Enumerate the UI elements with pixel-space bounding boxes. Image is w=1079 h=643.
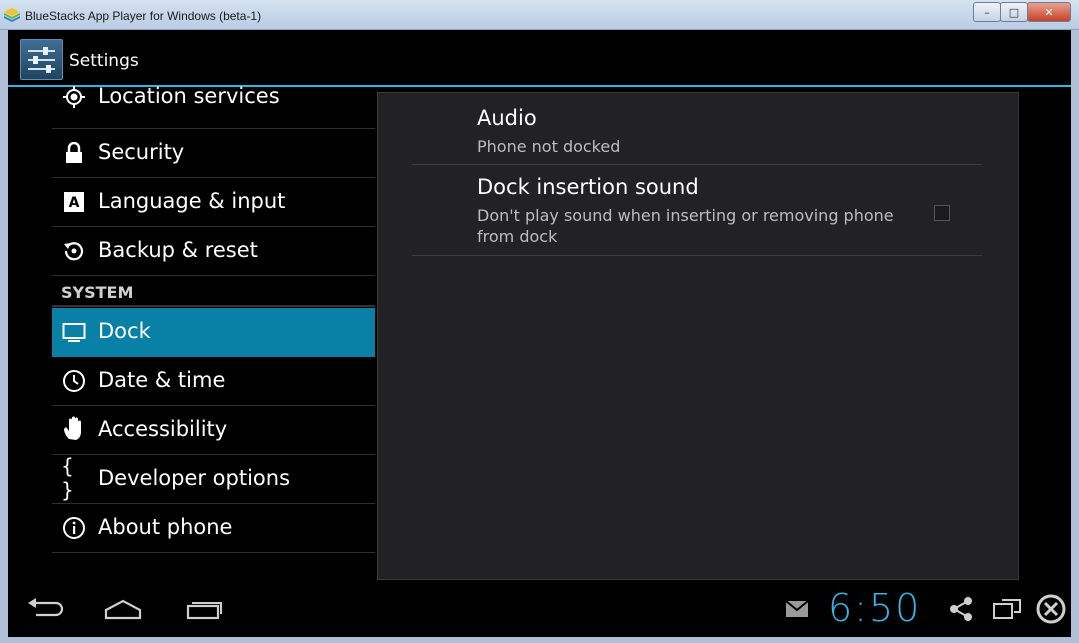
settings-list: Location services Security A Language & … (52, 84, 375, 554)
sidebar-item-label: Developer options (98, 466, 291, 490)
sidebar-item-language-input[interactable]: A Language & input (52, 178, 375, 227)
window-frame-left (0, 30, 8, 643)
close-circle-icon[interactable] (1035, 593, 1067, 625)
svg-text:A: A (69, 195, 80, 211)
section-header-system: SYSTEM (61, 283, 134, 302)
backup-icon (61, 238, 87, 264)
pref-title: Audio (477, 106, 537, 130)
status-clock: 6:50 (828, 586, 922, 630)
sidebar-item-date-time[interactable]: Date & time (52, 357, 375, 406)
back-icon[interactable] (26, 598, 64, 620)
minimize-button[interactable]: – (973, 2, 1001, 22)
screen-rotate-icon[interactable] (992, 596, 1022, 622)
share-icon[interactable] (948, 596, 974, 622)
sidebar-item-label: Date & time (98, 368, 226, 392)
info-icon (61, 515, 87, 541)
sidebar-item-dock[interactable]: Dock (52, 308, 375, 357)
bluestacks-logo-icon (4, 8, 20, 22)
pref-dock-insertion-sound[interactable]: Dock insertion sound Don't play sound wh… (412, 165, 982, 256)
pref-summary: Phone not docked (477, 137, 621, 156)
sidebar-item-label: Location services (98, 84, 280, 108)
pref-summary: Don't play sound when inserting or remov… (477, 206, 894, 246)
window-title: BlueStacks App Player for Windows (beta-… (25, 9, 262, 23)
monitor-icon (61, 320, 87, 346)
sidebar-item-backup-reset[interactable]: Backup & reset (52, 227, 375, 276)
pref-audio[interactable]: Audio Phone not docked (412, 93, 982, 165)
recents-icon[interactable] (186, 598, 224, 620)
location-icon (61, 84, 87, 110)
sidebar-item-developer-options[interactable]: { } Developer options (52, 454, 375, 504)
braces-icon: { } (61, 454, 74, 502)
sidebar-item-about-phone[interactable]: About phone (52, 504, 375, 553)
window-frame-right (1071, 30, 1079, 643)
window-titlebar: BlueStacks App Player for Windows (beta-… (0, 0, 1079, 30)
lock-icon (61, 140, 87, 166)
sidebar-item-location-services[interactable]: Location services (52, 80, 375, 129)
sidebar-item-security[interactable]: Security (52, 129, 375, 178)
sidebar-item-label: Security (98, 140, 185, 164)
sidebar-item-label: About phone (98, 515, 233, 539)
keyboard-icon: A (61, 189, 87, 215)
settings-sliders-icon[interactable] (20, 39, 63, 80)
sidebar-item-label: Dock (98, 319, 151, 343)
dock-sound-checkbox[interactable] (934, 205, 950, 221)
maximize-button[interactable]: □ (1000, 2, 1028, 22)
window-frame-bottom (0, 637, 1079, 643)
navigation-bar: 6:50 (8, 582, 1071, 637)
sidebar-item-accessibility[interactable]: Accessibility (52, 406, 375, 455)
clock-icon (61, 368, 87, 394)
page-title: Settings (69, 51, 139, 71)
pref-title: Dock insertion sound (477, 175, 699, 199)
gmail-icon[interactable] (785, 600, 809, 618)
close-window-button[interactable]: ✕ (1027, 2, 1071, 22)
action-bar: Settings (8, 30, 1071, 87)
dock-settings-pane: Audio Phone not docked Dock insertion so… (377, 92, 1019, 580)
sidebar-item-label: Backup & reset (98, 238, 258, 262)
section-divider (52, 305, 375, 307)
home-icon[interactable] (104, 598, 142, 620)
sidebar-item-label: Accessibility (98, 417, 228, 441)
hand-icon (61, 416, 87, 442)
sidebar-item-label: Language & input (98, 189, 286, 213)
